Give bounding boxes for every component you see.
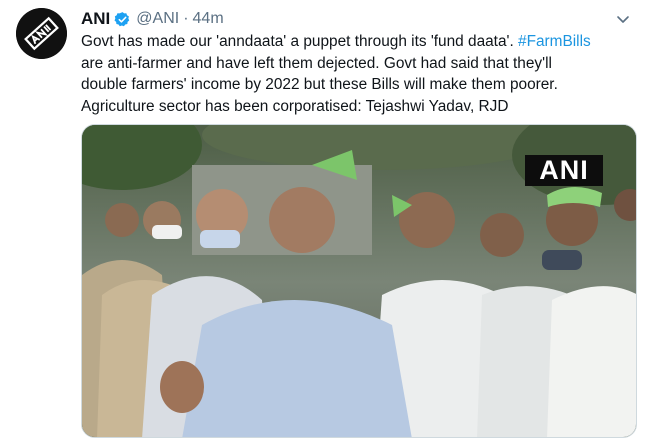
tweet-header: ANI @ANI · 44m	[81, 8, 224, 30]
tweet-text-line: double farmers' income by 2022 but these…	[81, 76, 558, 93]
more-options-button[interactable]	[614, 10, 632, 28]
verified-badge-icon	[114, 11, 131, 28]
tweet-media-photo[interactable]: ANI	[81, 124, 637, 438]
tweet[interactable]: ANI @ANI · 44m Govt has made our 'anndaa…	[0, 0, 650, 448]
author-name[interactable]: ANI	[81, 9, 110, 29]
author-handle[interactable]: @ANI	[136, 10, 179, 28]
tweet-text-line: Govt has made our 'anndaata' a puppet th…	[81, 31, 637, 53]
ani-logo-icon	[16, 8, 67, 59]
tweet-text-line: are anti-farmer and have left them dejec…	[81, 54, 552, 72]
tweet-text-line: Agriculture sector has been corporatised…	[81, 97, 509, 115]
separator-dot: ·	[183, 10, 189, 27]
tweet-text: Govt has made our 'anndaata' a puppet th…	[81, 31, 637, 117]
media-watermark: ANI	[525, 155, 603, 186]
avatar[interactable]	[16, 8, 67, 59]
hashtag-link[interactable]: #FarmBills	[518, 33, 591, 50]
chevron-down-icon	[617, 16, 629, 23]
tweet-timestamp[interactable]: 44m	[193, 10, 224, 28]
tweet-text-segment: Govt has made our 'anndaata' a puppet th…	[81, 33, 519, 50]
